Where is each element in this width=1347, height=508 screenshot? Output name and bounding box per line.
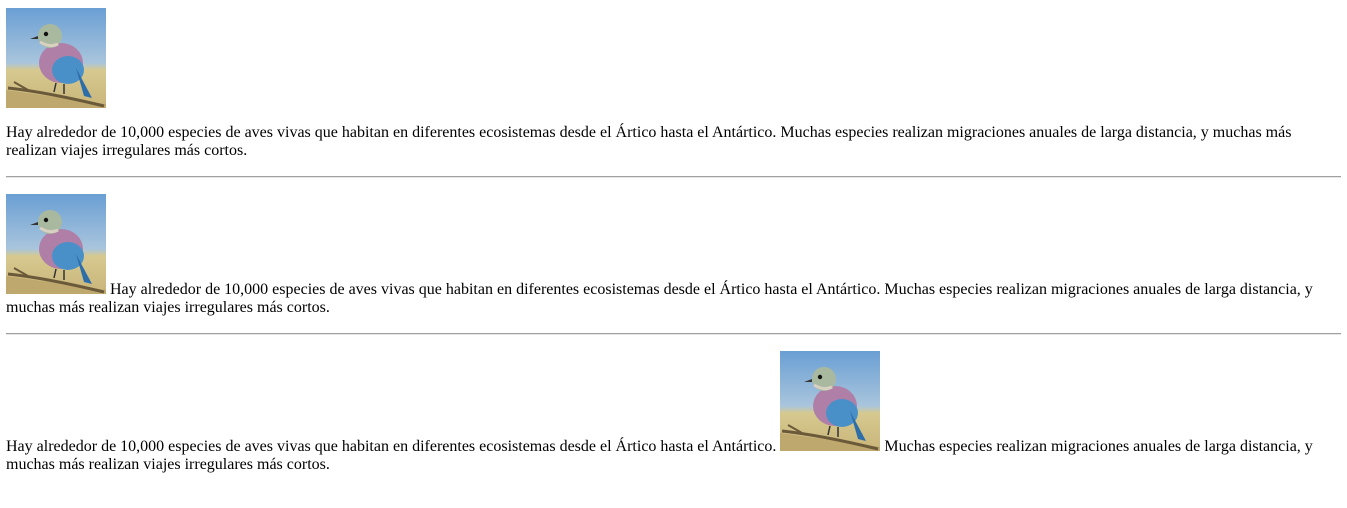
divider — [6, 333, 1341, 335]
page: Hay alrededor de 10,000 especies de aves… — [0, 0, 1347, 474]
section-image-above: Hay alrededor de 10,000 especies de aves… — [6, 8, 1341, 160]
section-text: Hay alrededor de 10,000 especies de aves… — [6, 281, 1313, 316]
bird-photo — [6, 194, 106, 294]
section-text: Hay alrededor de 10,000 especies de aves… — [6, 124, 1292, 159]
section-image-inline-start: Hay alrededor de 10,000 especies de aves… — [6, 194, 1341, 317]
section-image-inline-middle: Hay alrededor de 10,000 especies de aves… — [6, 351, 1341, 474]
divider — [6, 176, 1341, 178]
bird-photo — [6, 8, 106, 108]
section-text-before: Hay alrededor de 10,000 especies de aves… — [6, 438, 777, 455]
bird-photo — [780, 351, 881, 451]
